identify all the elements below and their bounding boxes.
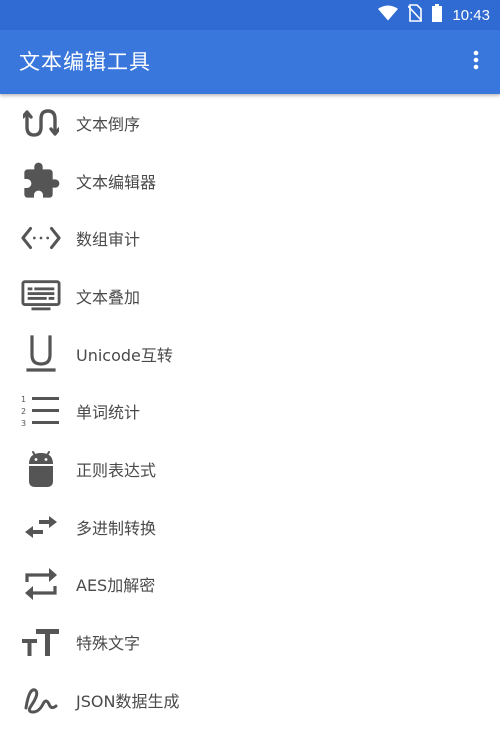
gesture-icon [21,680,61,720]
app-bar: 文本编辑工具 [0,30,500,94]
list-item-label: JSON数据生成 [76,691,180,711]
list-item-word-count[interactable]: 1 2 3 单词统计 [0,382,500,440]
swap-vertical-icon [21,103,61,143]
svg-text:1: 1 [21,395,26,404]
list-item-label: 特殊文字 [76,634,141,654]
list-item-label: 文本倒序 [76,114,141,134]
list-item-array-audit[interactable]: 数组审计 [0,209,500,267]
list-item-label: 多进制转换 [76,518,157,538]
text-size-icon [21,622,61,662]
list-item-label: 单词统计 [76,403,141,423]
list-item-regex[interactable]: 正则表达式 [0,440,500,498]
numbered-list-icon: 1 2 3 [21,391,61,431]
list-item-text-editor[interactable]: 文本编辑器 [0,152,500,210]
android-icon [21,449,61,489]
list-item-special-text[interactable]: 特殊文字 [0,613,500,671]
svg-text:2: 2 [21,407,26,416]
overflow-menu-button[interactable] [464,46,488,78]
list-item-label: 正则表达式 [76,460,157,480]
list-item-label: 文本编辑器 [76,172,157,192]
list-item-text-overlay[interactable]: 文本叠加 [0,267,500,325]
list-item-base-convert[interactable]: 多进制转换 [0,498,500,556]
status-time: 10:43 [452,6,490,24]
battery-icon [432,4,443,26]
app-title: 文本编辑工具 [19,50,151,74]
swap-horizontal-icon [21,507,61,547]
list-item-aes[interactable]: AES加解密 [0,556,500,614]
list-item-unicode-convert[interactable]: Unicode互转 [0,325,500,383]
tool-list: 文本倒序 文本编辑器 数组审计 文本叠加 Unicode互转 1 2 3 单词统… [0,94,500,729]
no-sim-icon [407,4,424,26]
list-item-label: 数组审计 [76,230,141,250]
list-item-label: Unicode互转 [76,345,173,365]
status-bar: 10:43 [0,0,500,30]
puzzle-piece-icon [21,161,61,201]
list-item-label: 文本叠加 [76,287,141,307]
settings-ethernet-icon [21,218,61,258]
underline-icon [21,334,61,374]
wifi-icon [378,5,399,25]
subtitles-icon [21,276,61,316]
list-item-text-reverse[interactable]: 文本倒序 [0,94,500,152]
list-item-json-generate[interactable]: JSON数据生成 [0,671,500,729]
more-vertical-icon [473,50,479,74]
repeat-icon [21,564,61,604]
svg-text:3: 3 [21,419,26,428]
list-item-label: AES加解密 [76,576,156,596]
